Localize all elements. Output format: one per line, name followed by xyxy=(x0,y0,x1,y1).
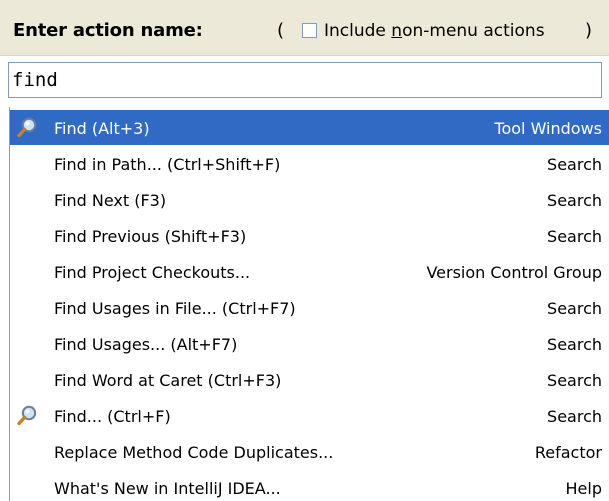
close-paren: ) xyxy=(585,20,593,41)
result-group: Search xyxy=(547,299,602,318)
result-name: Find Next (F3) xyxy=(54,191,167,210)
result-name: Find Usages in File... (Ctrl+F7) xyxy=(54,299,296,318)
result-row[interactable]: What's New in IntelliJ IDEA... Help xyxy=(10,470,609,501)
label-mnemonic: n xyxy=(391,21,403,41)
result-row[interactable]: Find Project Checkouts... Version Control… xyxy=(10,254,609,289)
include-non-menu-label[interactable]: Include non-menu actions xyxy=(324,21,545,41)
result-group: Search xyxy=(547,335,602,354)
result-group: Help xyxy=(565,479,602,498)
result-group: Version Control Group xyxy=(426,263,602,282)
result-row[interactable]: Find Word at Caret (Ctrl+F3) Search xyxy=(10,362,609,397)
result-name: Find Project Checkouts... xyxy=(54,263,251,282)
result-row[interactable]: Find Previous (Shift+F3) Search xyxy=(10,218,609,253)
result-row[interactable]: Find (Alt+3) Tool Windows xyxy=(10,110,609,145)
magnifier-icon xyxy=(16,404,40,428)
left-margin xyxy=(0,107,9,501)
result-row[interactable]: Find Usages in File... (Ctrl+F7) Search xyxy=(10,290,609,325)
result-row[interactable]: Find Usages... (Alt+F7) Search xyxy=(10,326,609,361)
result-name: Find... (Ctrl+F) xyxy=(54,407,171,426)
label-suffix: on-menu actions xyxy=(402,21,545,41)
result-name: What's New in IntelliJ IDEA... xyxy=(54,479,281,498)
result-row[interactable]: Find Next (F3) Search xyxy=(10,182,609,217)
result-name: Find in Path... (Ctrl+Shift+F) xyxy=(54,155,281,174)
result-name: Find Word at Caret (Ctrl+F3) xyxy=(54,371,282,390)
result-group: Search xyxy=(547,191,602,210)
magnifier-icon xyxy=(16,116,40,140)
result-row[interactable]: Replace Method Code Duplicates... Refacto… xyxy=(10,434,609,469)
action-results-list[interactable]: Find (Alt+3) Tool Windows Find in Path... … xyxy=(9,107,609,501)
result-group: Search xyxy=(547,407,602,426)
include-non-menu-checkbox[interactable] xyxy=(302,23,317,38)
result-group: Refactor xyxy=(534,443,602,462)
result-name: Find Usages... (Alt+F7) xyxy=(54,335,238,354)
result-group: Search xyxy=(547,155,602,174)
result-row[interactable]: Find... (Ctrl+F) Search xyxy=(10,398,609,433)
result-row[interactable]: Find in Path... (Ctrl+Shift+F) Search xyxy=(10,146,609,181)
open-paren: ( xyxy=(277,20,285,41)
action-search-input[interactable] xyxy=(12,66,592,94)
result-group: Search xyxy=(547,371,602,390)
result-group: Search xyxy=(547,227,602,246)
result-name: Find (Alt+3) xyxy=(54,119,150,138)
action-dialog-header: Enter action name: ( Include non-menu ac… xyxy=(0,0,609,56)
search-box[interactable] xyxy=(8,62,602,98)
result-name: Find Previous (Shift+F3) xyxy=(54,227,247,246)
label-prefix: Include xyxy=(324,21,392,41)
prompt-label: Enter action name: xyxy=(13,20,203,41)
result-name: Replace Method Code Duplicates... xyxy=(54,443,334,462)
result-group: Tool Windows xyxy=(494,119,602,138)
